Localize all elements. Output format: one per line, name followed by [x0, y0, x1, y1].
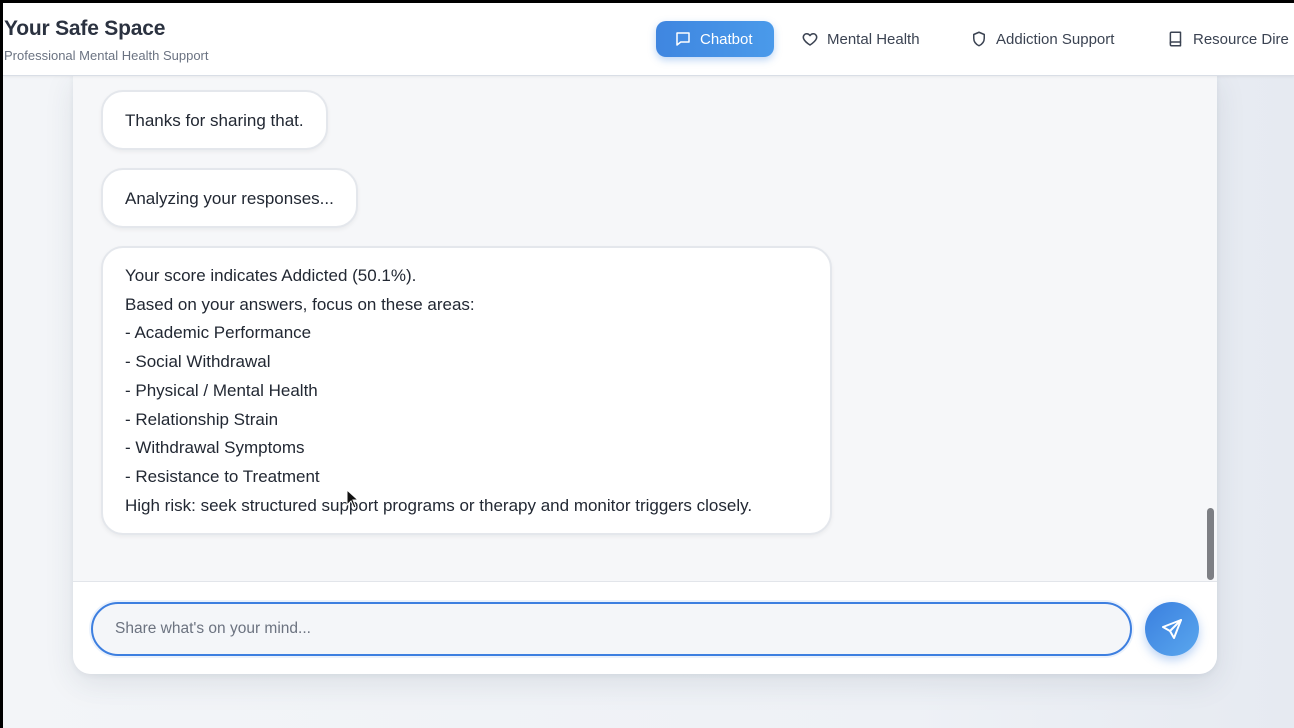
focus-area-item: - Social Withdrawal: [125, 352, 271, 372]
nav-mental-health[interactable]: Mental Health: [801, 21, 920, 57]
book-icon: [1169, 31, 1182, 47]
bot-message: Thanks for sharing that.: [101, 90, 328, 150]
focus-area-item: - Physical / Mental Health: [125, 380, 318, 400]
chat-card: Thanks for sharing that. Analyzing your …: [73, 73, 1217, 674]
send-icon: [1162, 619, 1182, 639]
message-line: Thanks for sharing that.: [125, 111, 304, 130]
brand-subtitle: Professional Mental Health Support: [4, 48, 209, 63]
scrollbar-thumb[interactable]: [1207, 508, 1214, 580]
chat-input-area: [73, 581, 1217, 674]
bot-message-result: Your score indicates Addicted (50.1%). B…: [101, 246, 832, 535]
message-list[interactable]: Thanks for sharing that. Analyzing your …: [73, 73, 1217, 581]
mouse-pointer-icon: [346, 489, 360, 509]
message-line: Based on your answers, focus on these ar…: [125, 294, 475, 314]
nav-addiction-support[interactable]: Addiction Support: [970, 21, 1114, 57]
nav-resource-directory[interactable]: Resource Dire: [1167, 21, 1289, 57]
focus-area-item: - Resistance to Treatment: [125, 466, 320, 486]
focus-area-item: - Relationship Strain: [125, 409, 279, 429]
focus-area-item: - Academic Performance: [125, 323, 312, 343]
recommendation-line: High risk: seek structured support progr…: [125, 495, 753, 515]
nav-addiction-support-label: Addiction Support: [996, 30, 1115, 48]
send-button[interactable]: [1145, 602, 1199, 656]
shield-icon: [973, 31, 985, 47]
bot-message: Analyzing your responses...: [101, 168, 358, 228]
nav-resource-directory-label: Resource Dire: [1193, 30, 1289, 48]
brand-title[interactable]: Your Safe Space: [4, 17, 165, 41]
heart-icon: [802, 33, 818, 46]
nav-chatbot[interactable]: Chatbot: [656, 21, 774, 57]
score-line: Your score indicates Addicted (50.1%).: [125, 266, 417, 285]
chat-bubble-icon: [676, 32, 690, 46]
nav-chatbot-label: Chatbot: [700, 30, 753, 48]
top-header: Your Safe Space Professional Mental Heal…: [3, 3, 1294, 76]
nav-mental-health-label: Mental Health: [827, 30, 920, 48]
message-line: Analyzing your responses...: [125, 189, 334, 208]
app-page: Your Safe Space Professional Mental Heal…: [3, 3, 1294, 728]
focus-area-item: - Withdrawal Symptoms: [125, 438, 305, 458]
chat-input[interactable]: [91, 602, 1132, 656]
